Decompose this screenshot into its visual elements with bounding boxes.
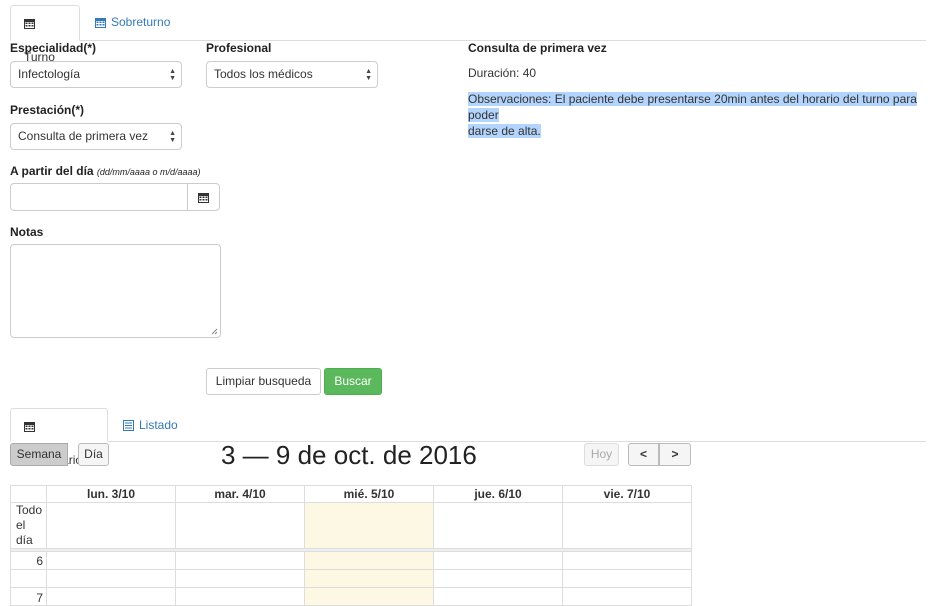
select-arrows-icon: ▲ ▼ [169,68,176,82]
fecha-hint: (dd/mm/aaaa o m/d/aaaa) [96,167,201,177]
fecha-input[interactable] [10,183,188,211]
top-tabs: Turno Sobreturno [10,5,926,64]
prestacion-value: Consulta de primera vez [18,129,149,143]
time-slot-today[interactable] [304,587,434,606]
prestacion-select[interactable]: Consulta de primera vez ▲ ▼ [10,123,182,150]
time-slot[interactable] [175,551,305,570]
time-slot[interactable] [433,569,563,588]
select-arrows-icon: ▲ ▼ [365,68,372,82]
hour-label: 6 [10,551,47,570]
time-slot[interactable] [175,569,305,588]
allday-cell[interactable] [175,502,305,549]
semana-button[interactable]: Semana [10,443,68,466]
dia-button[interactable]: Día [78,443,109,466]
tab-sobreturno-label: Sobreturno [111,15,171,29]
day-header: jue. 6/10 [433,485,563,503]
next-button[interactable]: > [659,443,691,466]
day-header: lun. 3/10 [46,485,176,503]
buscar-button[interactable]: Buscar [324,368,382,395]
time-slot-today[interactable] [304,551,434,570]
calendar-title: 3 — 9 de oct. de 2016 [221,440,477,470]
observaciones-line2: darse de alta. [468,124,541,138]
allday-cell-today[interactable] [304,502,434,549]
tab-turno[interactable]: Turno [10,5,80,64]
calendar-icon [95,18,106,28]
select-arrows-icon: ▲ ▼ [169,130,176,144]
list-icon [123,420,134,431]
allday-line1: Todo [16,503,43,517]
allday-line2: el día [16,518,33,547]
hour-label: 7 [10,587,47,606]
observaciones-line1: Observaciones: El paciente debe presenta… [468,92,917,122]
tab-listado[interactable]: Listado [110,408,191,442]
especialidad-value: Infectología [18,67,81,81]
fecha-calendar-button[interactable] [187,183,220,211]
hour-label-half [10,569,47,588]
tab-calendario[interactable]: Calendario [10,408,108,467]
day-header: vie. 7/10 [562,485,692,503]
resize-handle-icon[interactable] [211,328,218,335]
view-tabs: Calendario Listado [10,408,926,467]
calendar-icon [24,19,35,29]
allday-cell[interactable] [433,502,563,549]
profesional-label: Profesional [206,41,272,55]
info-title: Consulta de primera vez [468,41,607,55]
calendar-icon [198,193,209,203]
profesional-value: Todos los médicos [214,67,313,81]
time-slot[interactable] [562,587,692,606]
info-duracion: Duración: 40 [468,66,537,80]
hoy-button[interactable]: Hoy [584,443,619,466]
notas-label: Notas [10,225,44,239]
prev-button[interactable]: < [628,443,659,466]
allday-cell[interactable] [562,502,692,549]
calendar-grid: lun. 3/10 mar. 4/10 mié. 5/10 jue. 6/10 … [10,485,692,606]
prestacion-label: Prestación(*) [10,103,85,117]
day-header: mar. 4/10 [175,485,305,503]
time-slot[interactable] [46,569,176,588]
time-slot[interactable] [562,551,692,570]
time-slot-row: 7 [10,587,692,606]
limpiar-busqueda-button[interactable]: Limpiar busqueda [206,368,321,395]
profesional-select[interactable]: Todos los médicos ▲ ▼ [206,61,378,88]
time-slot-row [10,569,692,588]
time-slot[interactable] [46,587,176,606]
time-slot-row: 6 [10,551,692,570]
time-slot-today[interactable] [304,569,434,588]
notas-textarea[interactable] [10,244,221,338]
day-header: mié. 5/10 [304,485,434,503]
time-slot[interactable] [433,551,563,570]
axis-header [10,485,47,503]
time-slot[interactable] [46,551,176,570]
fecha-label-row: A partir del día (dd/mm/aaaa o m/d/aaaa) [10,164,200,178]
fecha-label: A partir del día [10,164,94,178]
time-slot[interactable] [433,587,563,606]
tab-sobreturno[interactable]: Sobreturno [82,5,183,39]
time-slot[interactable] [562,569,692,588]
time-slot[interactable] [175,587,305,606]
especialidad-select[interactable]: Infectología ▲ ▼ [10,61,182,88]
allday-cell[interactable] [46,502,176,549]
allday-label: Todo el día [10,502,47,549]
calendar-header-row: lun. 3/10 mar. 4/10 mié. 5/10 jue. 6/10 … [10,485,692,503]
info-observaciones: Observaciones: El paciente debe presenta… [468,91,940,139]
tab-listado-label: Listado [139,418,178,432]
allday-row: Todo el día [10,502,692,549]
especialidad-label: Especialidad(*) [10,41,97,55]
calendar-icon [24,422,35,432]
